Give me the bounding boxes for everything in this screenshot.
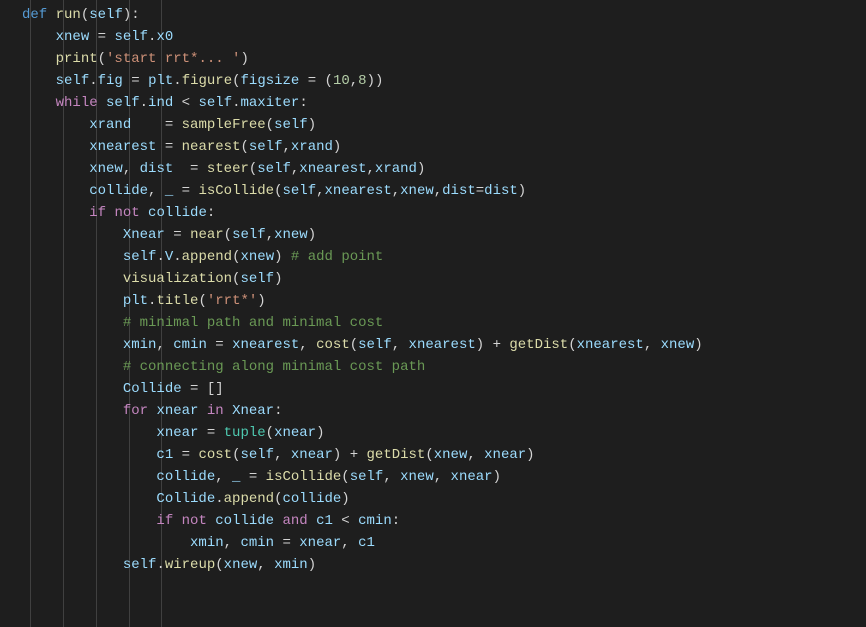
code-line[interactable]: collide, _ = isCollide(self, xnew, xnear… [0,466,866,488]
code-line[interactable]: visualization(self) [0,268,866,290]
code-line[interactable]: self.fig = plt.figure(figsize = (10,8)) [0,70,866,92]
code-line[interactable]: xmin, cmin = xnear, c1 [0,532,866,554]
code-line[interactable]: Xnear = near(self,xnew) [0,224,866,246]
code-line[interactable]: while self.ind < self.maxiter: [0,92,866,114]
code-line[interactable]: xnearest = nearest(self,xrand) [0,136,866,158]
code-line[interactable]: xrand = sampleFree(self) [0,114,866,136]
code-line[interactable]: xnew, dist = steer(self,xnearest,xrand) [0,158,866,180]
code-line[interactable]: xmin, cmin = xnearest, cost(self, xneare… [0,334,866,356]
code-line[interactable]: if not collide and c1 < cmin: [0,510,866,532]
code-line[interactable]: self.wireup(xnew, xmin) [0,554,866,576]
code-line[interactable]: xnew = self.x0 [0,26,866,48]
code-line[interactable]: # connecting along minimal cost path [0,356,866,378]
code-line[interactable]: self.V.append(xnew) # add point [0,246,866,268]
code-line[interactable]: plt.title('rrt*') [0,290,866,312]
code-line[interactable]: # minimal path and minimal cost [0,312,866,334]
code-editor[interactable]: def run(self): xnew = self.x0 print('sta… [0,0,866,627]
code-line[interactable]: if not collide: [0,202,866,224]
code-line[interactable]: xnear = tuple(xnear) [0,422,866,444]
code-line[interactable]: c1 = cost(self, xnear) + getDist(xnew, x… [0,444,866,466]
code-lines: def run(self): xnew = self.x0 print('sta… [0,4,866,576]
code-line[interactable]: Collide.append(collide) [0,488,866,510]
code-line[interactable]: for xnear in Xnear: [0,400,866,422]
code-line[interactable]: Collide = [] [0,378,866,400]
code-line[interactable]: def run(self): [0,4,866,26]
code-line[interactable]: print('start rrt*... ') [0,48,866,70]
code-line[interactable]: collide, _ = isCollide(self,xnearest,xne… [0,180,866,202]
